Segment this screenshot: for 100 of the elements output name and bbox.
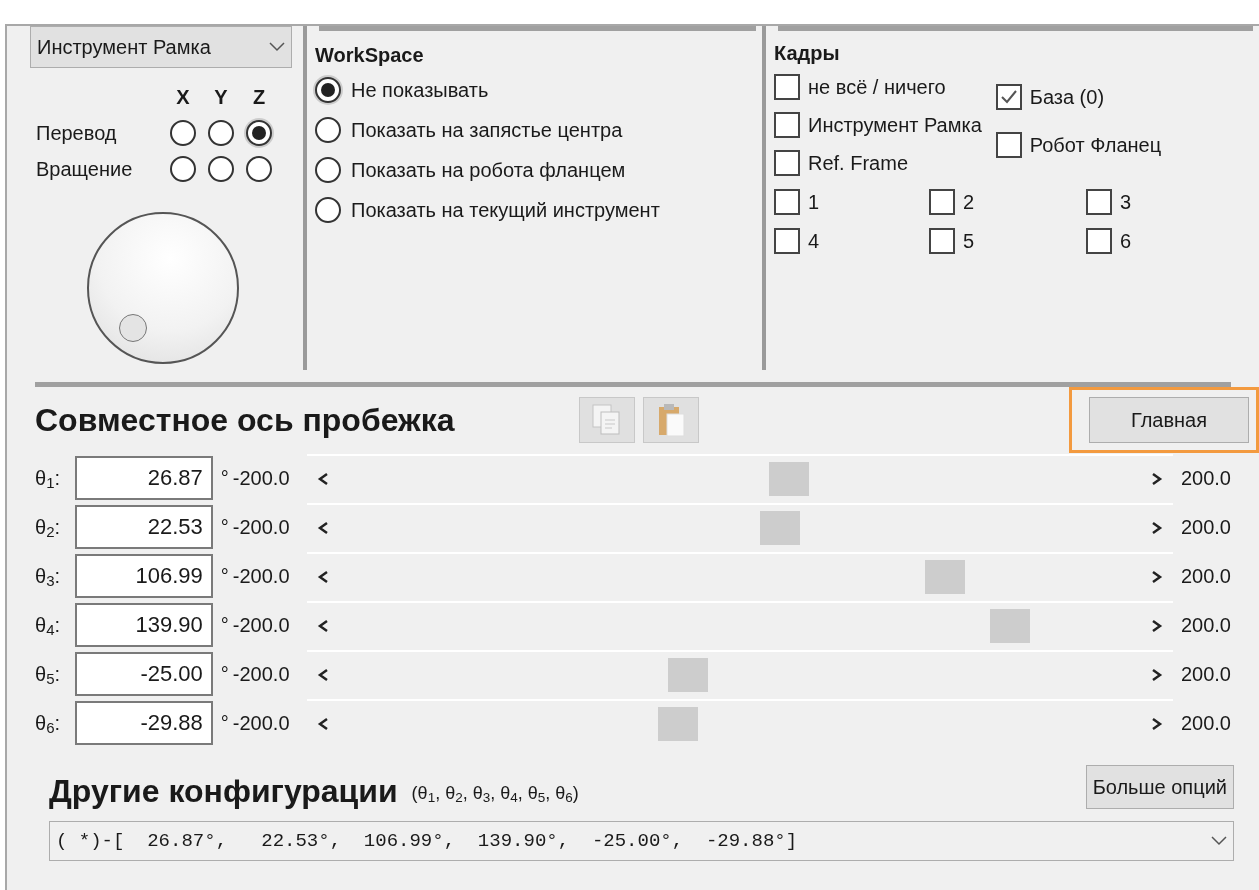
clipboard-icon	[656, 402, 686, 438]
degree-unit: °	[220, 514, 229, 540]
checkbox[interactable]	[774, 227, 800, 254]
degree-unit: °	[220, 710, 229, 736]
group-title: Кадры	[774, 41, 841, 66]
degree-unit: °	[220, 465, 229, 491]
max-value: 200.0	[1180, 465, 1231, 491]
checkbox[interactable]	[774, 74, 800, 100]
radio-button[interactable]	[170, 156, 196, 182]
degree-unit: °	[220, 661, 229, 687]
checkbox-label: не всё / ничего	[808, 75, 946, 100]
more-options-button[interactable]: Больше опций	[1085, 765, 1234, 809]
min-value: -200.0	[232, 514, 291, 540]
joint-label: θ$_{4}$:	[35, 612, 62, 640]
max-value: 200.0	[1180, 710, 1231, 736]
degree-unit: °	[220, 612, 229, 638]
angle-input[interactable]: 106.99	[74, 553, 213, 598]
angle-input[interactable]: 26.87	[74, 455, 213, 500]
checkbox[interactable]	[774, 188, 800, 215]
slider-thumb[interactable]	[768, 461, 809, 496]
radio-button[interactable]	[315, 117, 341, 143]
checkbox[interactable]	[995, 132, 1022, 158]
chevron-left-icon[interactable]	[316, 520, 329, 535]
section-title: Совместное ось пробежка	[35, 401, 456, 440]
chevron-right-icon[interactable]	[1150, 618, 1163, 633]
chevron-left-icon[interactable]	[316, 618, 329, 633]
chevron-right-icon[interactable]	[1150, 471, 1163, 486]
copy-icon	[591, 403, 623, 437]
degree-unit: °	[220, 563, 229, 589]
chevron-left-icon[interactable]	[316, 569, 329, 584]
checkbox[interactable]	[774, 112, 800, 138]
chevron-down-icon	[1211, 836, 1227, 846]
chevron-right-icon[interactable]	[1150, 716, 1163, 731]
min-value: -200.0	[232, 710, 291, 736]
angle-input[interactable]: 139.90	[74, 602, 213, 647]
joint-label: θ$_{5}$:	[35, 661, 62, 689]
option-label: Показать на робота фланцем	[351, 158, 626, 183]
angle-input[interactable]: 22.53	[74, 504, 213, 549]
radio-button[interactable]	[246, 156, 272, 182]
radio-button[interactable]	[208, 156, 234, 182]
option-label: Не показывать	[351, 78, 489, 103]
option-label: Показать на текущий инструмент	[351, 198, 660, 223]
radio-button[interactable]	[246, 120, 272, 146]
max-value: 200.0	[1180, 612, 1231, 638]
checkbox[interactable]	[774, 150, 800, 176]
joint-label: θ$_{6}$:	[35, 710, 62, 738]
home-button[interactable]: Главная	[1089, 397, 1249, 443]
row-label: Вращение	[36, 157, 134, 182]
min-value: -200.0	[232, 661, 291, 687]
checkbox-label: Робот Фланец	[1029, 133, 1162, 158]
joint-label: θ$_{2}$:	[35, 514, 62, 542]
configuration-dropdown[interactable]: ( *)-[ 26.87°, 22.53°, 106.99°, 139.90°, -25.00°, -29.88°]	[49, 821, 1234, 861]
section-subtitle: (θ$_{1}$, θ$_{2}$, θ$_{3}$, θ$_{4}$, θ$_{5}$, θ$_{6}$)	[411, 782, 579, 807]
checkbox[interactable]	[1086, 188, 1112, 215]
checkbox-label: 2	[963, 189, 975, 215]
slider-thumb[interactable]	[658, 706, 698, 741]
checkbox-label: 6	[1120, 228, 1132, 254]
checkbox[interactable]	[995, 84, 1022, 110]
max-value: 200.0	[1180, 563, 1231, 589]
chevron-down-icon	[269, 42, 285, 52]
chevron-left-icon[interactable]	[316, 471, 329, 486]
radio-button[interactable]	[208, 120, 234, 146]
group-title: WorkSpace	[315, 43, 425, 68]
checkbox-label: 3	[1120, 189, 1132, 215]
chevron-right-icon[interactable]	[1150, 667, 1163, 682]
radio-button[interactable]	[170, 120, 196, 146]
min-value: -200.0	[232, 563, 291, 589]
chevron-right-icon[interactable]	[1150, 569, 1163, 584]
chevron-left-icon[interactable]	[316, 716, 329, 731]
radio-button[interactable]	[315, 157, 341, 183]
angle-input[interactable]: -29.88	[74, 700, 213, 745]
checkbox-label: 4	[808, 228, 820, 254]
joint-label: θ$_{3}$:	[35, 563, 62, 591]
checkbox[interactable]	[1086, 227, 1112, 254]
axis-label: X	[175, 85, 191, 110]
max-value: 200.0	[1180, 514, 1231, 540]
option-label: Показать на запястье центра	[351, 118, 623, 143]
section-title: Другие конфигурации	[49, 772, 398, 811]
axis-label: Y	[213, 85, 229, 110]
axis-label: Z	[251, 85, 267, 110]
joint-label: θ$_{1}$:	[35, 465, 62, 493]
radio-button[interactable]	[315, 77, 341, 103]
max-value: 200.0	[1180, 661, 1231, 687]
row-label: Перевод	[36, 121, 118, 146]
tool-dropdown[interactable]: Инструмент Рамка	[30, 26, 292, 68]
checkbox[interactable]	[929, 227, 955, 254]
slider-thumb[interactable]	[760, 510, 801, 545]
checkbox-label: База (0)	[1029, 85, 1105, 110]
min-value: -200.0	[232, 612, 291, 638]
checkbox[interactable]	[929, 188, 955, 215]
checkbox-label: Инструмент Рамка	[808, 113, 982, 138]
radio-button[interactable]	[315, 197, 341, 223]
angle-input[interactable]: -25.00	[74, 651, 213, 696]
slider-thumb[interactable]	[924, 559, 965, 594]
slider-thumb[interactable]	[667, 657, 708, 692]
checkbox-label: Ref. Frame	[808, 151, 909, 176]
slider-thumb[interactable]	[989, 608, 1030, 643]
chevron-right-icon[interactable]	[1150, 520, 1163, 535]
chevron-left-icon[interactable]	[316, 667, 329, 682]
checkbox-label: 5	[963, 228, 975, 254]
